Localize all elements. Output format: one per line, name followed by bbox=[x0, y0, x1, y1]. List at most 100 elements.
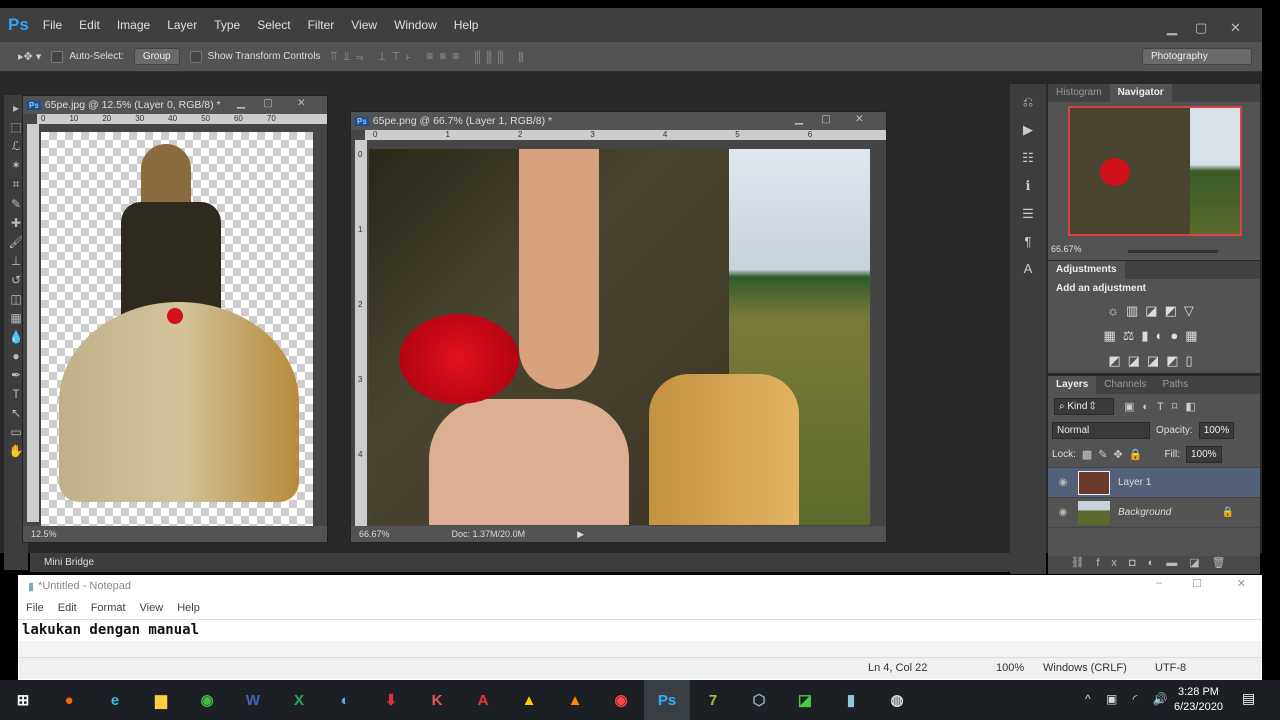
info-icon[interactable]: ℹ bbox=[1026, 178, 1031, 194]
menu-image[interactable]: Image bbox=[117, 18, 150, 32]
minimize-button[interactable]: ▁ bbox=[795, 113, 803, 125]
menu-window[interactable]: Window bbox=[394, 18, 437, 32]
paragraph-icon[interactable]: ¶ bbox=[1025, 234, 1032, 249]
lock-icons[interactable]: ▩✎✥🔒 bbox=[1082, 448, 1149, 461]
menu-select[interactable]: Select bbox=[257, 18, 290, 32]
crop-tool-icon[interactable]: ⌗ bbox=[13, 177, 20, 192]
layer-row[interactable]: ◉ Background 🔒 bbox=[1048, 498, 1260, 528]
zoom-slider[interactable] bbox=[1128, 250, 1218, 253]
start-windows-icon[interactable]: ⊞ bbox=[0, 680, 46, 720]
navigator-zoom[interactable]: 66.67% bbox=[1051, 244, 1082, 254]
mini-bridge-tab[interactable]: Mini Bridge bbox=[44, 557, 94, 568]
eyedropper-icon[interactable]: ✎ bbox=[11, 197, 21, 211]
downloader-icon[interactable]: ⬇ bbox=[368, 680, 414, 720]
tab-adjustments[interactable]: Adjustments bbox=[1048, 261, 1125, 279]
history-icon[interactable]: ⎌ bbox=[1023, 94, 1033, 110]
menu-help[interactable]: Help bbox=[177, 602, 200, 614]
maximize-button[interactable]: ▢ bbox=[1195, 20, 1207, 36]
7zip-icon[interactable]: 7 bbox=[690, 680, 736, 720]
horizontal-scrollbar[interactable] bbox=[18, 641, 1262, 657]
reader-icon[interactable]: K bbox=[414, 680, 460, 720]
vlc-icon[interactable]: ▲ bbox=[552, 680, 598, 720]
virtualbox-icon[interactable]: ⬡ bbox=[736, 680, 782, 720]
menu-layer[interactable]: Layer bbox=[167, 18, 197, 32]
tab-histogram[interactable]: Histogram bbox=[1048, 84, 1110, 102]
tab-channels[interactable]: Channels bbox=[1096, 376, 1154, 394]
filter-kind-select[interactable]: ⌕ Kind ⇕ bbox=[1054, 397, 1114, 415]
close-button[interactable]: ✕ bbox=[1237, 577, 1246, 590]
archicad-icon[interactable]: ▲ bbox=[506, 680, 552, 720]
magic-wand-icon[interactable]: ✶ bbox=[11, 158, 21, 172]
document-window-png[interactable]: Ps 65pe.png @ 66.7% (Layer 1, RGB/8) * ▁ … bbox=[350, 111, 887, 543]
healing-icon[interactable]: ✚ bbox=[11, 216, 21, 230]
text-area[interactable]: lakukan dengan manual bbox=[18, 619, 1262, 641]
fill-input[interactable]: 100% bbox=[1186, 446, 1222, 463]
eraser-icon[interactable]: ◫ bbox=[10, 292, 21, 306]
recorder-icon[interactable]: ◉ bbox=[598, 680, 644, 720]
notifications-icon[interactable]: ▤ bbox=[1242, 690, 1255, 707]
visibility-eye-icon[interactable]: ◉ bbox=[1048, 477, 1078, 488]
menu-edit[interactable]: Edit bbox=[79, 18, 100, 32]
actions-icon[interactable]: ▶ bbox=[1023, 122, 1033, 138]
close-button[interactable]: ✕ bbox=[1230, 20, 1241, 36]
path-select-icon[interactable]: ↖ bbox=[11, 406, 21, 420]
zoom-level[interactable]: 12.5% bbox=[31, 529, 57, 539]
workspace-select[interactable]: Photography bbox=[1142, 48, 1252, 65]
file-explorer-icon[interactable]: ▆ bbox=[138, 680, 184, 720]
menu-help[interactable]: Help bbox=[454, 18, 479, 32]
character-icon[interactable]: A bbox=[1024, 261, 1033, 276]
chrome-icon[interactable]: ◉ bbox=[184, 680, 230, 720]
system-tray-icons[interactable]: ^ ▣ ◜ 🔊 bbox=[1085, 692, 1174, 706]
close-button[interactable]: ✕ bbox=[297, 97, 306, 109]
layer-name[interactable]: Background bbox=[1118, 507, 1222, 518]
tab-layers[interactable]: Layers bbox=[1048, 376, 1097, 394]
close-button[interactable]: ✕ bbox=[855, 113, 864, 125]
acrobat-icon[interactable]: A bbox=[460, 680, 506, 720]
notepad-taskbar-icon[interactable]: ▮ bbox=[828, 680, 874, 720]
lasso-tool-icon[interactable]: ℒ bbox=[12, 139, 21, 153]
tab-navigator[interactable]: Navigator bbox=[1109, 84, 1172, 102]
firefox-icon[interactable]: ● bbox=[46, 680, 92, 720]
gradient-icon[interactable]: ▦ bbox=[10, 311, 21, 325]
photoshop-taskbar-icon[interactable]: Ps bbox=[644, 680, 690, 720]
app-icon[interactable]: ◐ bbox=[322, 680, 368, 720]
maximize-button[interactable]: ▢ bbox=[263, 97, 273, 109]
auto-select-checkbox[interactable]: Auto-Select: bbox=[51, 50, 124, 63]
menu-file[interactable]: File bbox=[26, 602, 44, 614]
menu-filter[interactable]: Filter bbox=[308, 18, 335, 32]
menu-file[interactable]: File bbox=[43, 18, 62, 32]
edge-icon[interactable]: e bbox=[92, 680, 138, 720]
minimize-button[interactable]: – bbox=[1156, 577, 1162, 589]
maximize-button[interactable]: ☐ bbox=[1192, 577, 1202, 590]
layer-comps-icon[interactable]: ☰ bbox=[1022, 206, 1034, 222]
pen-icon[interactable]: ✒ bbox=[11, 368, 21, 382]
coreldraw-icon[interactable]: ◪ bbox=[782, 680, 828, 720]
minimize-button[interactable]: ▁ bbox=[237, 97, 245, 109]
clock[interactable]: 3:28 PM 6/23/2020 bbox=[1174, 685, 1223, 715]
visibility-eye-icon[interactable]: ◉ bbox=[1048, 507, 1078, 518]
minimize-button[interactable]: ▁ bbox=[1167, 20, 1177, 36]
document-window-jpg[interactable]: Ps 65pe.jpg @ 12.5% (Layer 0, RGB/8) * ▁ … bbox=[22, 95, 328, 543]
properties-icon[interactable]: ☷ bbox=[1022, 150, 1034, 166]
show-transform-checkbox[interactable]: Show Transform Controls bbox=[189, 50, 320, 63]
mini-bridge-bar[interactable]: Mini Bridge bbox=[30, 553, 1010, 572]
menu-view[interactable]: View bbox=[351, 18, 377, 32]
blend-mode-select[interactable]: Normal bbox=[1052, 421, 1150, 439]
canvas[interactable] bbox=[369, 149, 870, 525]
obs-icon[interactable]: ◍ bbox=[874, 680, 920, 720]
menu-view[interactable]: View bbox=[140, 602, 164, 614]
menu-edit[interactable]: Edit bbox=[58, 602, 77, 614]
canvas[interactable] bbox=[41, 132, 313, 528]
shape-icon[interactable]: ▭ bbox=[10, 425, 21, 439]
move-tool-icon[interactable]: ▸✥ ▾ bbox=[18, 50, 41, 63]
navigator-preview[interactable] bbox=[1068, 106, 1242, 236]
status-arrow-icon[interactable]: ▶ bbox=[577, 529, 584, 540]
menu-format[interactable]: Format bbox=[91, 602, 126, 614]
filter-icons[interactable]: ▣◐T⌑◧ bbox=[1124, 400, 1204, 413]
opacity-input[interactable]: 100% bbox=[1198, 421, 1235, 439]
menu-type[interactable]: Type bbox=[214, 18, 240, 32]
maximize-button[interactable]: ▢ bbox=[821, 113, 831, 125]
align-icons[interactable]: ⫪⫫⫬ ⊥⊤⊦ ≡≡≡ ⫼⫼⫼ ⫴ bbox=[330, 49, 529, 64]
layer-row[interactable]: ◉ Layer 1 bbox=[1048, 468, 1260, 498]
excel-icon[interactable]: X bbox=[276, 680, 322, 720]
